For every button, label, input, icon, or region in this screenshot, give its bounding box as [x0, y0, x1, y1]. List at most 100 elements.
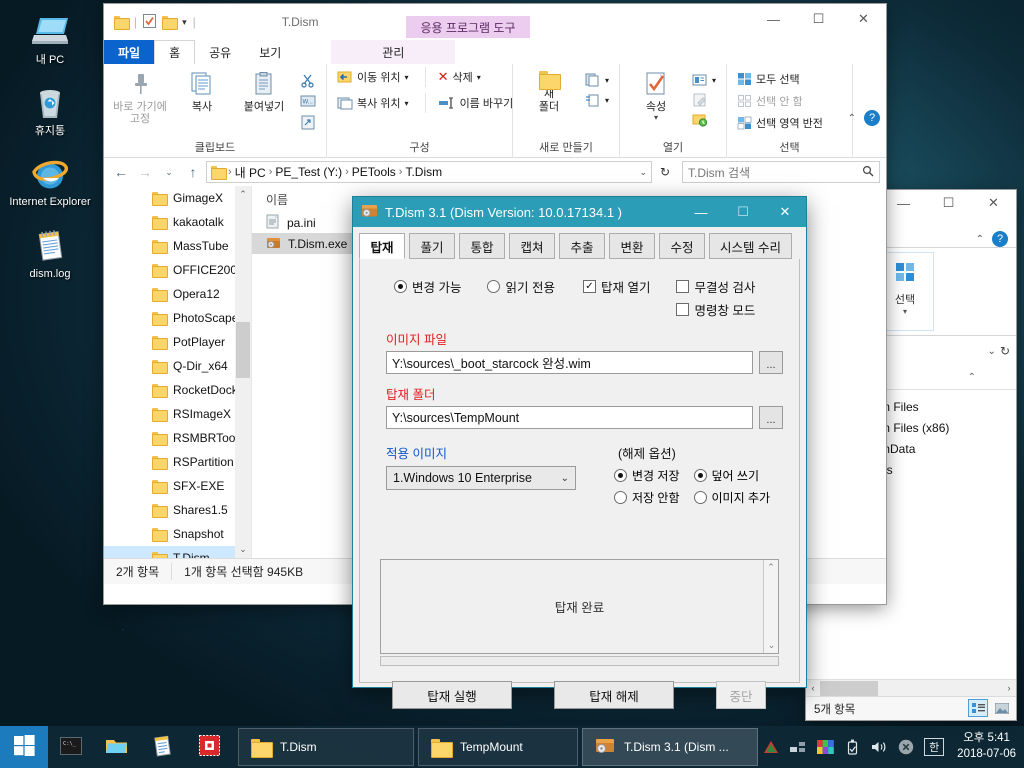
scrollbar-thumb[interactable] — [820, 680, 878, 696]
search-input[interactable]: T.Dism 검색 — [682, 161, 880, 183]
taskbar-quick-red-app[interactable] — [186, 726, 232, 768]
scrollbar-thumb[interactable] — [236, 322, 250, 378]
network-icon[interactable] — [789, 738, 807, 756]
action-center-x-icon[interactable] — [897, 738, 915, 756]
mount-unmount-button[interactable]: 탑재 해제 — [554, 681, 674, 709]
nav-item[interactable]: RSImageX — [104, 402, 251, 426]
delete-button[interactable]: ✕ 삭제 ▾ — [424, 67, 485, 87]
tab-mount[interactable]: 탑재 — [359, 233, 405, 259]
chevron-down-icon[interactable]: ⌄ — [561, 473, 569, 484]
breadcrumb[interactable]: › 내 PC › PE_Test (Y:) › PETools › T.Dism… — [206, 161, 652, 183]
nav-item[interactable]: RSMBRTool — [104, 426, 251, 450]
new-folder-button[interactable]: 새 폴더 — [519, 67, 579, 117]
large-icons-view-icon[interactable] — [992, 699, 1012, 717]
tab-manage[interactable]: 관리 — [331, 40, 456, 64]
search-icon[interactable] — [862, 165, 874, 180]
chevron-down-icon[interactable]: ▾ — [903, 307, 907, 316]
chevron-down-icon[interactable]: ▾ — [712, 76, 716, 85]
ime-korean-icon[interactable]: 한 — [924, 738, 945, 756]
checkbox-integrity-check[interactable]: 무결성 검사 — [676, 277, 755, 296]
nav-item[interactable]: Opera12 — [104, 282, 251, 306]
tab-capture[interactable]: 캡쳐 — [509, 233, 555, 259]
close-button[interactable]: ✕ — [841, 4, 886, 34]
log-scrollbar[interactable]: ⌃ ⌄ — [763, 560, 778, 653]
image-file-browse-button[interactable]: ... — [759, 351, 783, 374]
chevron-down-icon[interactable]: ▾ — [605, 96, 609, 105]
mount-folder-browse-button[interactable]: ... — [759, 406, 783, 429]
tab-view[interactable]: 보기 — [245, 40, 295, 64]
desktop-icon-my-pc[interactable]: 내 PC — [0, 4, 100, 75]
radio-writable[interactable]: 변경 가능 — [394, 277, 461, 296]
easy-access-button[interactable]: ▾ — [581, 91, 613, 109]
nav-item[interactable]: SFX-EXE — [104, 474, 251, 498]
move-to-button[interactable]: 이동 위치 ▾ — [333, 67, 413, 87]
chevron-down-icon[interactable]: ⌄ — [639, 167, 647, 178]
invert-selection-button[interactable]: 선택 영역 반전 — [733, 113, 827, 133]
volume-icon[interactable] — [870, 738, 888, 756]
up-arrow-icon[interactable]: ↑ — [182, 161, 204, 183]
taskbar-task-tdism-app[interactable]: T.Dism 3.1 (Dism ... — [582, 728, 758, 766]
rename-button[interactable]: 이름 바꾸기 — [424, 93, 518, 113]
desktop-icon-dism-log[interactable]: dism.log — [0, 218, 100, 289]
nav-item[interactable]: RocketDock — [104, 378, 251, 402]
image-file-input[interactable]: Y:\sources\_boot_starcock 완성.wim — [386, 351, 753, 374]
red-triangle-icon[interactable] — [762, 738, 780, 756]
checkbox-console-mode[interactable]: 명령창 모드 — [676, 300, 755, 319]
desktop-icon-recycle-bin[interactable]: 휴지통 — [0, 75, 100, 146]
chevron-down-icon[interactable]: ▾ — [405, 99, 409, 108]
chevron-down-icon[interactable]: ⌄ — [235, 541, 251, 558]
folder-icon[interactable] — [114, 16, 130, 30]
tab-convert[interactable]: 변환 — [609, 233, 655, 259]
chevron-down-icon[interactable]: ⌄ — [764, 638, 779, 653]
breadcrumb-item-petools[interactable]: PETools — [352, 165, 396, 179]
tab-home[interactable]: 홈 — [154, 40, 196, 64]
minimize-button[interactable]: — — [680, 197, 722, 227]
pin-to-quick-access-button[interactable]: 바로 가기에 고정 — [110, 67, 170, 130]
copy-path-icon[interactable]: W... — [296, 92, 320, 111]
checkbox-open-mount[interactable]: ✓ 탑재 열기 — [582, 277, 650, 296]
tab-integrate[interactable]: 통합 — [459, 233, 505, 259]
taskbar-quick-command-prompt[interactable]: C:\_ — [48, 726, 94, 768]
tab-modify[interactable]: 수정 — [659, 233, 705, 259]
chevron-up-icon[interactable]: ⌃ — [235, 186, 251, 203]
help-icon[interactable]: ? — [864, 110, 880, 126]
explorer2-horizontal-scrollbar[interactable]: ‹ › — [806, 679, 1016, 696]
help-icon[interactable]: ? — [992, 231, 1008, 247]
maximize-button[interactable]: ☐ — [722, 197, 764, 227]
paste-shortcut-icon[interactable] — [296, 113, 320, 132]
nav-item[interactable]: OFFICE2007 — [104, 258, 251, 282]
new-item-button[interactable]: ▾ — [581, 71, 613, 89]
chevron-down-icon[interactable]: ▾ — [605, 76, 609, 85]
edit-button[interactable] — [688, 91, 720, 109]
mount-run-button[interactable]: 탑재 실행 — [392, 681, 512, 709]
breadcrumb-item-tdism[interactable]: T.Dism — [405, 165, 442, 179]
copy-button[interactable]: 복사 — [172, 67, 232, 117]
refresh-icon[interactable]: ↻ — [1000, 344, 1010, 358]
close-button[interactable]: ✕ — [764, 197, 806, 227]
chevron-up-icon[interactable]: ⌃ — [976, 234, 984, 245]
details-view-icon[interactable] — [968, 699, 988, 717]
nav-item[interactable]: MassTube — [104, 234, 251, 258]
chevron-down-icon[interactable]: ▾ — [405, 73, 409, 82]
refresh-icon[interactable]: ↻ — [654, 161, 676, 183]
new-folder-icon[interactable] — [162, 16, 179, 30]
breadcrumb-item-my-pc[interactable]: 내 PC — [235, 164, 266, 181]
nav-item[interactable]: RSPartition — [104, 450, 251, 474]
radio-overwrite[interactable]: 덮어 쓰기 — [693, 467, 771, 484]
radio-save-changes[interactable]: 변경 저장 — [614, 467, 680, 484]
radio-discard-changes[interactable]: 저장 안함 — [614, 489, 680, 506]
nav-item[interactable]: PotPlayer — [104, 330, 251, 354]
tab-system-repair[interactable]: 시스템 수리 — [709, 233, 792, 259]
radio-readonly[interactable]: 읽기 전용 — [487, 277, 555, 296]
color-palette-icon[interactable] — [816, 738, 834, 756]
copy-to-button[interactable]: 복사 위치 ▾ — [333, 93, 413, 113]
recent-locations-chevron-down-icon[interactable]: ⌄ — [158, 161, 180, 183]
usb-eject-icon[interactable] — [843, 738, 861, 756]
properties-icon[interactable] — [143, 13, 157, 31]
chevron-up-icon[interactable]: ⌃ — [764, 560, 778, 575]
quick-access-toolbar[interactable]: | ▾ | — [104, 6, 196, 38]
taskbar-task-tdism-folder[interactable]: T.Dism — [238, 728, 414, 766]
minimize-button[interactable]: — — [881, 190, 926, 218]
taskbar-clock[interactable]: 오후 5:41 2018-07-06 — [953, 731, 1016, 762]
open-with-button[interactable]: ▾ — [688, 71, 720, 89]
